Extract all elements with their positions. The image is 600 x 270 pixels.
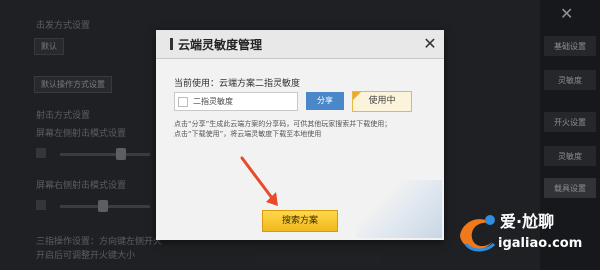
arrow-annotation-icon (240, 156, 278, 206)
watermark-logo: 爱·尬聊 igaliao.com (452, 200, 600, 270)
search-plan-button[interactable]: 搜索方案 (262, 210, 338, 232)
watermark-url: igaliao.com (498, 236, 583, 251)
watermark-cn: 爱·尬聊 (500, 212, 555, 231)
cloud-sensitivity-dialog: 云端灵敏度管理 ✕ 当前使用：云端方案二指灵敏度 二指灵敏度 分享 使用中 点击… (156, 30, 444, 240)
logo-swirl-icon (460, 215, 496, 252)
